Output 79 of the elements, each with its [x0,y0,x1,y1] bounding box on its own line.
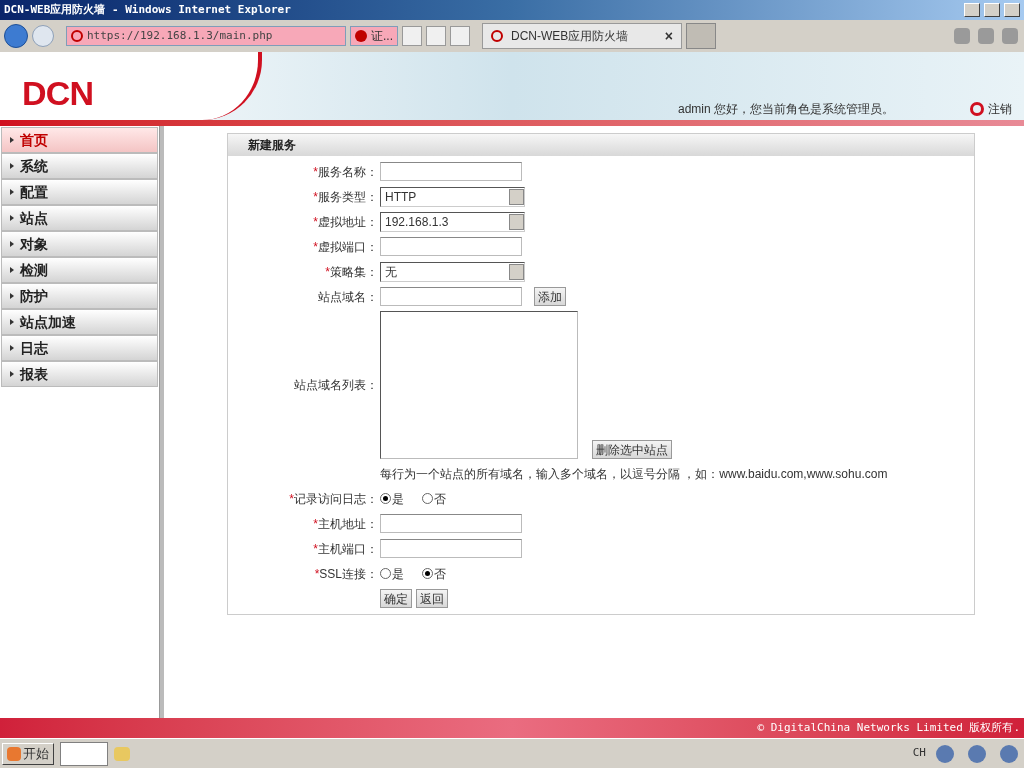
form-button[interactable]: 删除选中站点 [592,440,672,459]
copyright-text: © DigitalChina Networks Limited 版权所有. [757,719,1020,736]
sidebar-item[interactable]: 配置 [1,179,158,205]
field-label: *主机地址： [313,515,378,533]
browser-tab[interactable]: DCN-WEB应用防火墙 × [482,23,682,49]
triangle-icon [10,267,14,273]
language-indicator[interactable]: CH [912,745,926,762]
security-report-button[interactable]: 证... [350,26,398,46]
field-label: *虚拟地址： [313,213,378,231]
sidebar-item[interactable]: 防护 [1,283,158,309]
dropdown[interactable]: 无 [380,261,525,282]
window-title: DCN-WEB应用防火墙 - Windows Internet Explorer [4,1,291,18]
triangle-icon [10,137,14,143]
compat-view-button[interactable] [402,26,422,46]
input-field[interactable] [380,514,522,533]
sidebar-item[interactable]: 首页 [1,127,158,153]
hint-text: 每行为一个站点的所有域名，输入多个域名，以逗号分隔 ，如：www.baidu.com,www.sohu.com [380,465,888,483]
dropdown[interactable]: HTTP [380,186,525,207]
input-field[interactable] [380,162,522,181]
field-label: *服务类型： [313,188,378,206]
radio-option[interactable]: 是 [380,564,404,583]
input-field[interactable] [380,287,522,306]
radio-button[interactable] [380,568,391,579]
radio-button[interactable] [380,493,391,504]
start-button[interactable]: 开始 [2,742,54,765]
ie-taskbar-icon[interactable] [60,741,108,766]
field-label: *记录访问日志： [289,490,378,508]
radio-button[interactable] [422,493,433,504]
triangle-icon [10,293,14,299]
sidebar-item[interactable]: 站点 [1,205,158,231]
greeting-text: admin 您好，您当前角色是系统管理员。 [677,101,894,118]
field-label: 站点域名： [318,288,378,306]
radio-button[interactable] [422,568,433,579]
security-text: 证... [371,28,393,45]
text-area[interactable] [380,311,578,459]
input-field[interactable] [380,237,522,256]
stop-button[interactable] [450,26,470,46]
sidebar-item[interactable]: 站点加速 [1,309,158,335]
triangle-icon [10,345,14,351]
radio-option[interactable]: 是 [380,489,404,508]
back-button[interactable] [4,24,28,48]
restore-button[interactable] [984,3,1000,17]
sidebar-item[interactable]: 检测 [1,257,158,283]
new-tab-button[interactable] [686,23,716,49]
sidebar-item[interactable]: 对象 [1,231,158,257]
field-label: *虚拟端口： [313,238,378,256]
triangle-icon [10,215,14,221]
triangle-icon [10,241,14,247]
sidebar-item[interactable]: 报表 [1,361,158,387]
input-field[interactable] [380,539,522,558]
radio-option[interactable]: 否 [422,489,446,508]
logout-link[interactable]: 注销 [970,100,1012,118]
triangle-icon [10,371,14,377]
close-button[interactable] [1004,3,1020,17]
sidebar-item[interactable]: 日志 [1,335,158,361]
field-label: *服务名称： [313,163,378,181]
tab-close-button[interactable]: × [664,25,673,47]
dropdown[interactable]: 192.168.1.3 [380,211,525,232]
form-button[interactable]: 添加 [534,287,566,306]
field-label: *策略集： [325,263,378,281]
refresh-button[interactable] [426,26,446,46]
splitter-handle[interactable] [160,126,164,718]
field-label: 站点域名列表： [294,377,378,394]
forward-button[interactable] [32,25,54,47]
url-text: https://192.168.1.3/main.php [87,27,273,44]
panel-title: 新建服务 [228,134,974,156]
radio-option[interactable]: 否 [422,564,446,583]
triangle-icon [10,319,14,325]
field-label: *主机端口： [313,540,378,558]
field-label: *SSL连接： [314,565,378,583]
address-bar[interactable]: https://192.168.1.3/main.php [66,26,346,46]
sidebar-item[interactable]: 系统 [1,153,158,179]
form-button[interactable]: 返回 [416,589,448,608]
logo: DCN [22,73,94,114]
tab-title: DCN-WEB应用防火墙 [511,28,630,45]
minimize-button[interactable] [964,3,980,17]
triangle-icon [10,189,14,195]
form-button[interactable]: 确定 [380,589,412,608]
triangle-icon [10,163,14,169]
